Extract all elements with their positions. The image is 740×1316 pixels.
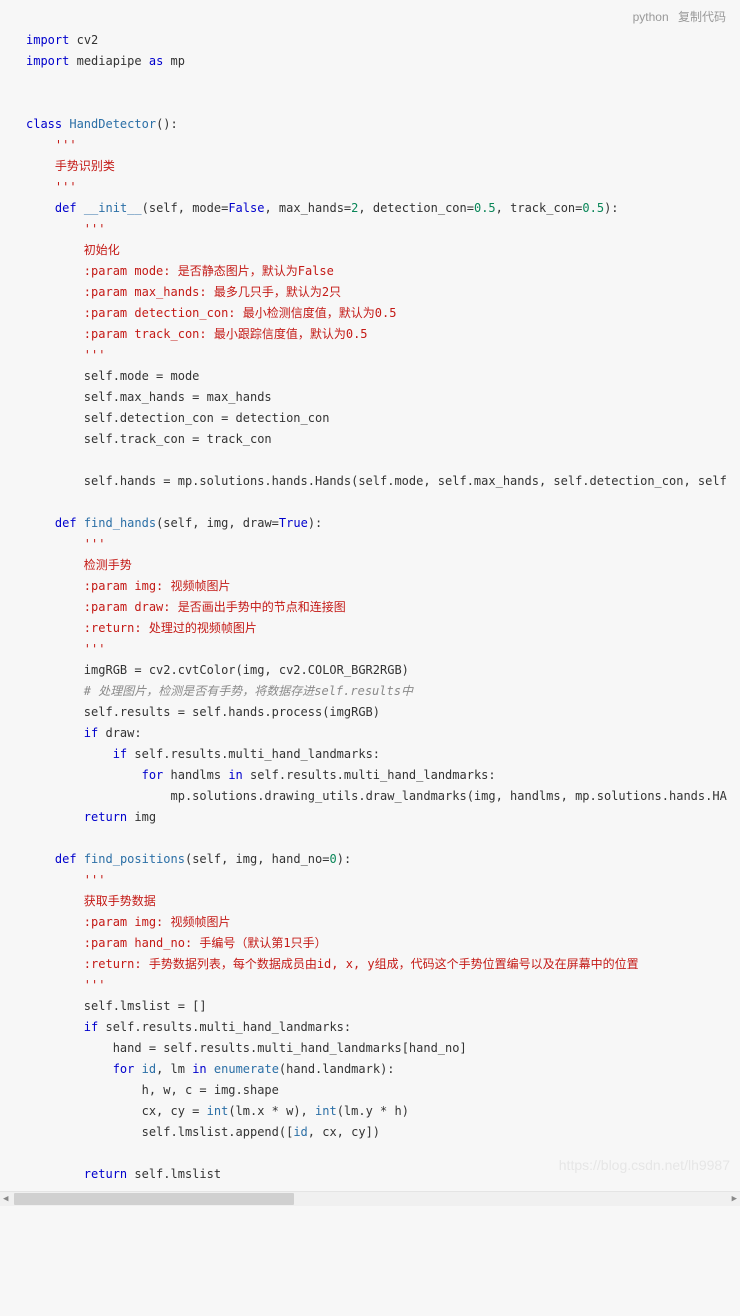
code-content: import cv2 import mediapipe as mp class …	[0, 6, 740, 1185]
copy-code-button[interactable]: 复制代码	[678, 10, 726, 24]
language-label: python	[633, 10, 669, 24]
code-block: python 复制代码 import cv2 import mediapipe …	[0, 0, 740, 1191]
code-header: python 复制代码	[627, 8, 726, 25]
scroll-right-icon[interactable]: ▶	[732, 1194, 737, 1204]
scroll-left-icon[interactable]: ◀	[3, 1194, 8, 1204]
horizontal-scrollbar[interactable]: ◀ ▶	[0, 1191, 740, 1206]
scrollbar-thumb[interactable]	[14, 1193, 294, 1205]
